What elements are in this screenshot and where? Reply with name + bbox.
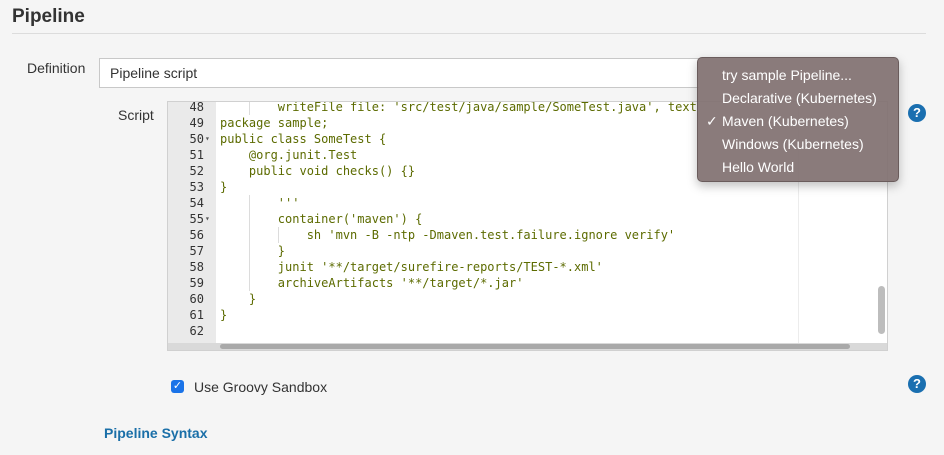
code-text: } — [220, 308, 228, 322]
sample-menu-item[interactable]: Windows (Kubernetes) — [698, 133, 898, 156]
line-number: 50 — [189, 132, 204, 146]
code-text: } — [220, 244, 286, 258]
check-icon: ✓ — [172, 380, 183, 392]
sample-menu-item[interactable]: Declarative (Kubernetes) — [698, 87, 898, 110]
line-number: 52 — [189, 164, 204, 178]
code-text: } — [220, 180, 228, 194]
fold-arrow-icon[interactable]: ▾ — [205, 211, 210, 227]
sample-menu-item[interactable]: try sample Pipeline... — [698, 64, 898, 87]
definition-select[interactable]: Pipeline script — [99, 58, 699, 88]
sample-menu-item[interactable]: ✓ Maven (Kubernetes) — [698, 110, 898, 133]
code-line[interactable]: 54 ''' — [168, 195, 887, 211]
code-line[interactable]: 58 junit '**/target/surefire-reports/TES… — [168, 259, 887, 275]
line-number: 58 — [189, 260, 204, 274]
code-line[interactable]: 60 } — [168, 291, 887, 307]
code-line[interactable]: 61} — [168, 307, 887, 323]
sample-menu-item-label: Declarative (Kubernetes) — [722, 90, 877, 106]
code-text: archiveArtifacts '**/target/*.jar' — [220, 276, 524, 290]
code-text: package sample; — [220, 116, 329, 130]
code-line[interactable]: 56 sh 'mvn -B -ntp -Dmaven.test.failure.… — [168, 227, 887, 243]
line-number: 55 — [189, 212, 204, 226]
line-number: 57 — [189, 244, 204, 258]
line-number: 53 — [189, 180, 204, 194]
sample-pipeline-menu[interactable]: try sample Pipeline... Declarative (Kuber… — [697, 57, 899, 182]
line-number: 48 — [189, 101, 204, 114]
line-number: 59 — [189, 276, 204, 290]
code-text: public class SomeTest { — [220, 132, 387, 146]
vertical-scrollbar[interactable] — [878, 286, 885, 334]
fold-arrow-icon[interactable]: ▾ — [205, 131, 210, 147]
sample-menu-item-label: Hello World — [722, 159, 795, 175]
code-line[interactable]: 62 — [168, 323, 887, 339]
pipeline-syntax-link[interactable]: Pipeline Syntax — [104, 425, 207, 441]
line-number: 60 — [189, 292, 204, 306]
script-help-icon[interactable]: ? — [908, 104, 926, 122]
script-label: Script — [118, 107, 154, 123]
check-icon: ✓ — [706, 113, 718, 129]
code-text: junit '**/target/surefire-reports/TEST-*… — [220, 260, 603, 274]
sample-menu-item-label: Windows (Kubernetes) — [722, 136, 864, 152]
horizontal-scrollbar[interactable] — [220, 344, 850, 349]
sandbox-checkbox[interactable]: ✓ — [171, 380, 184, 393]
line-number: 54 — [189, 196, 204, 210]
line-number: 49 — [189, 116, 204, 130]
line-number: 51 — [189, 148, 204, 162]
code-line[interactable]: 59 archiveArtifacts '**/target/*.jar' — [168, 275, 887, 291]
sandbox-label: Use Groovy Sandbox — [194, 379, 328, 395]
line-number: 56 — [189, 228, 204, 242]
code-text: } — [220, 292, 257, 306]
line-number: 61 — [189, 308, 204, 322]
sample-menu-item[interactable]: Hello World — [698, 156, 898, 179]
code-text: public void checks() {} — [220, 164, 416, 178]
code-text: @org.junit.Test — [220, 148, 358, 162]
sample-menu-item-label: Maven (Kubernetes) — [722, 113, 849, 129]
code-text: writeFile file: 'src/test/java/sample/So… — [220, 101, 697, 114]
code-line[interactable]: 55 ▾ container('maven') { — [168, 211, 887, 227]
code-line[interactable]: 57 } — [168, 243, 887, 259]
line-number: 62 — [189, 324, 204, 338]
code-text: sh 'mvn -B -ntp -Dmaven.test.failure.ign… — [220, 228, 676, 242]
section-divider — [12, 33, 926, 34]
section-title: Pipeline — [12, 6, 85, 27]
sandbox-help-icon[interactable]: ? — [908, 375, 926, 393]
code-text: ''' — [220, 196, 300, 210]
code-text: container('maven') { — [220, 212, 423, 226]
sample-menu-item-label: try sample Pipeline... — [722, 67, 852, 83]
definition-label: Definition — [27, 60, 86, 76]
